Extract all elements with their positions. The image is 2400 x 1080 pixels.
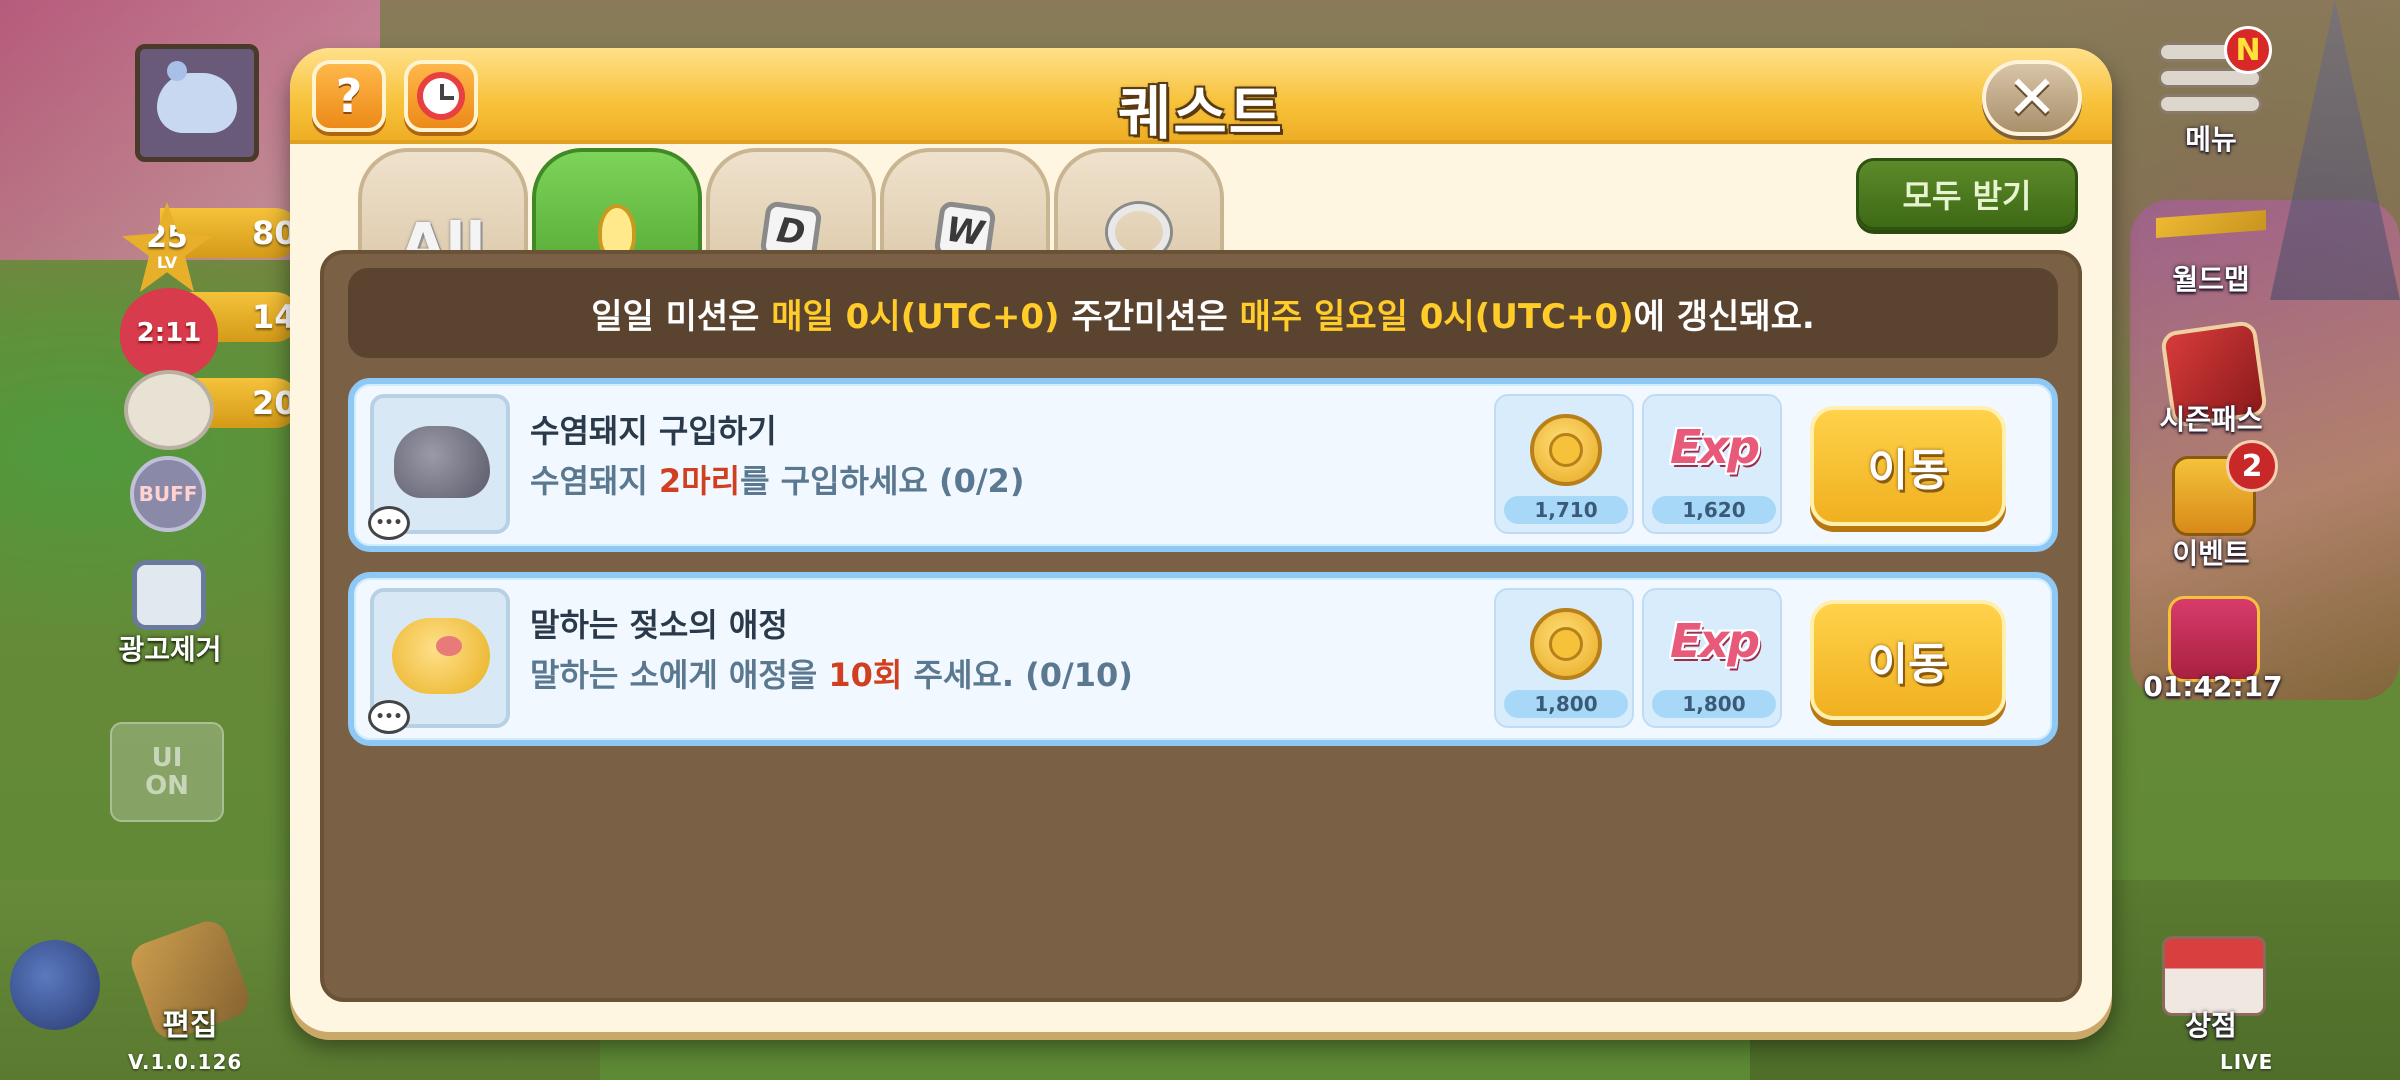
quest-title: 말하는 젖소의 애정 [530,606,788,644]
ui-toggle-button[interactable]: UI ON [110,722,224,822]
cow-icon [392,618,490,694]
quest-title: 수염돼지 구입하기 [530,412,777,450]
quest-desc-highlight: 10회 [828,656,903,694]
quest-panel: 일일 미션은 매일 0시(UTC+0) 주간미션은 매주 일요일 0시(UTC+… [320,250,2082,1002]
shop-label: 상점 [2185,1009,2237,1042]
chat-dots: ••• [375,709,403,725]
coin-reward-value: 1,800 [1504,690,1628,718]
event-label: 이벤트 [2172,537,2250,570]
quest-desc-post: 를 구입하세요 (0/2) [740,462,1025,500]
tv-icon[interactable] [132,560,206,630]
buff-button[interactable]: BUFF [130,456,206,532]
quest-item: ••• 말하는 젖소의 애정 말하는 소에게 애정을 10회 주세요. (0/1… [348,572,2058,746]
exp-icon: Exp [1669,420,1760,474]
coin-reward: 1,800 [1494,588,1634,728]
weekly-badge-letter: W [943,209,987,255]
menu-label: 메뉴 [2185,123,2237,156]
season-pass-label: 시즌패스 [2159,403,2263,436]
exp-icon: Exp [1669,614,1760,668]
quest-modal: 퀘스트 ? ✕ All 메인 D 일일 W 주간 반복 모두 받기 일일 미션은… [290,48,2112,1032]
quest-description: 수염돼지 2마리를 구입하세요 (0/2) [530,456,1024,502]
go-button-label: 이동 [1867,639,1949,690]
quest-item: ••• 수염돼지 구입하기 수염돼지 2마리를 구입하세요 (0/2) 1,71… [348,378,2058,552]
notice-text-3: 에 갱신돼요. [1633,296,1815,337]
reset-notice: 일일 미션은 매일 0시(UTC+0) 주간미션은 매주 일요일 0시(UTC+… [348,268,2058,358]
help-button[interactable]: ? [312,60,386,132]
coin-reward-value: 1,710 [1504,496,1628,524]
notice-daily-time: 매일 0시(UTC+0) [771,296,1060,337]
exp-reward-value: 1,620 [1652,496,1776,524]
live-label: LIVE [2220,1050,2274,1074]
ad-remove-label: 광고제거 [118,633,222,666]
level-tag: LV [156,253,178,272]
sheep-icon [124,370,214,450]
go-button[interactable]: 이동 [1810,600,2006,720]
alarm-clock-icon [417,72,465,120]
version-label: V.1.0.126 [128,1050,243,1074]
go-button-label: 이동 [1867,445,1949,496]
quest-desc-post: 주세요. (0/10) [902,656,1133,694]
quest-icon-frame[interactable]: ••• [368,588,510,734]
close-icon: ✕ [2006,63,2058,133]
quest-desc-pre: 말하는 소에게 애정을 [530,656,829,694]
event-count-badge: 2 [2226,440,2278,492]
notice-text-1: 일일 미션은 [591,296,772,337]
ui-toggle-label: UI ON [145,743,189,801]
modal-title: 퀘스트 [1117,79,1285,147]
coin-reward: 1,710 [1494,394,1634,534]
quest-desc-highlight: 2마리 [658,462,741,500]
player-portrait[interactable] [135,44,259,162]
gift-timer: 01:42:17 [2143,670,2283,703]
exp-reward: Exp 1,800 [1642,588,1782,728]
quest-description: 말하는 소에게 애정을 10회 주세요. (0/10) [530,650,1133,696]
get-all-label: 모두 받기 [1902,177,2032,215]
new-badge: N [2224,26,2272,74]
quest-icon-frame[interactable]: ••• [368,394,510,540]
exp-reward-value: 1,800 [1652,690,1776,718]
coin-icon [1530,608,1602,680]
exp-reward: Exp 1,620 [1642,394,1782,534]
chat-bubble-icon[interactable]: ••• [368,700,410,734]
quest-desc-pre: 수염돼지 [530,462,659,500]
alarm-button[interactable] [404,60,478,132]
chat-bubble-icon[interactable]: ••• [368,506,410,540]
rooster-icon [10,940,100,1030]
edit-label: 편집 [162,1008,218,1043]
pet-avatar-icon [157,61,237,133]
go-button[interactable]: 이동 [1810,406,2006,526]
bearded-pig-icon [394,426,490,498]
chat-dots: ••• [375,515,403,531]
notice-text-2: 주간미션은 [1059,296,1240,337]
heart-timer: 2:11 [136,318,202,348]
daily-badge-letter: D [774,210,808,254]
heart-icon: 2:11 [120,288,218,378]
buff-label: BUFF [138,482,198,506]
get-all-button[interactable]: 모두 받기 [1856,158,2078,230]
worldmap-label: 월드맵 [2172,263,2250,296]
help-icon: ? [335,69,363,123]
notice-weekly-time: 매주 일요일 0시(UTC+0) [1239,296,1634,337]
close-button[interactable]: ✕ [1982,60,2082,136]
coin-icon [1530,414,1602,486]
